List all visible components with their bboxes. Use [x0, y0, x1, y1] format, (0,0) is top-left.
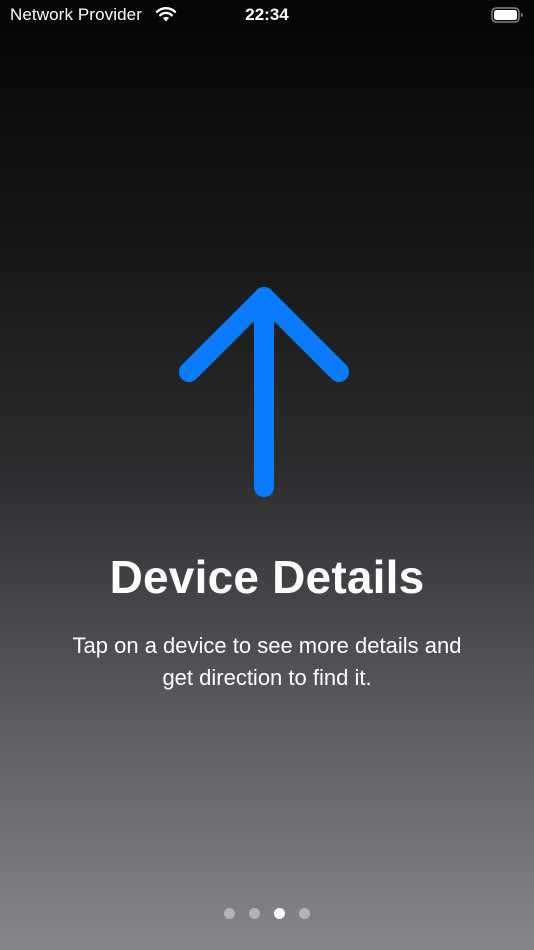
page-dot-4[interactable]	[299, 908, 310, 919]
page-indicator[interactable]	[0, 908, 534, 922]
onboarding-screen: Network Provider 22:34 Device Details Ta…	[0, 0, 534, 950]
page-dot-2[interactable]	[249, 908, 260, 919]
page-dot-3-current[interactable]	[274, 908, 285, 919]
clock: 22:34	[245, 5, 289, 24]
page-description: Tap on a device to see more details and …	[72, 633, 462, 690]
battery-icon	[491, 7, 523, 23]
arrow-up-icon	[179, 287, 349, 497]
page-title: Device Details	[109, 551, 425, 603]
page-dot-1[interactable]	[224, 908, 235, 919]
status-bar: Network Provider 22:34	[0, 0, 534, 30]
